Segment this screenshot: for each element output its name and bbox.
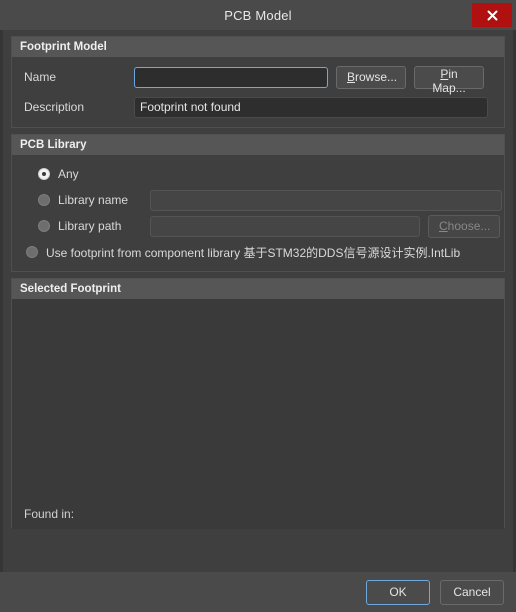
footprint-model-group: Footprint Model Name Browse... Pin Map..… [11, 36, 505, 128]
pin-map-button[interactable]: Pin Map... [414, 65, 484, 95]
footprint-name-input[interactable] [134, 66, 328, 88]
page-title: PCB Model [224, 7, 292, 23]
pcb-library-content: Any Library name Library path Choose... … [12, 155, 504, 271]
title-bar: PCB Model [0, 0, 516, 30]
radio-component-library-label: Use footprint from component library 基于S… [46, 244, 460, 261]
radio-library-name[interactable] [38, 194, 50, 206]
radio-row-any[interactable]: Any [12, 163, 504, 185]
dialog-body: Footprint Model Name Browse... Pin Map..… [0, 30, 516, 572]
component-library-name: 基于STM32的DDS信号源设计实例.IntLib [243, 245, 461, 260]
footprint-model-group-title: Footprint Model [12, 37, 504, 57]
found-in-label: Found in: [24, 507, 75, 521]
selected-footprint-group-title: Selected Footprint [12, 279, 504, 299]
radio-component-library[interactable] [26, 246, 38, 258]
footprint-preview-canvas[interactable] [12, 299, 504, 499]
radio-library-path[interactable] [38, 220, 50, 232]
close-icon [487, 10, 498, 21]
radio-row-library-name[interactable]: Library name [12, 189, 504, 211]
selected-footprint-group: Selected Footprint Found in: [11, 278, 505, 529]
radio-row-component-library[interactable]: Use footprint from component library 基于S… [12, 241, 504, 263]
browse-button[interactable]: Browse... [336, 65, 406, 89]
pcb-model-dialog: PCB Model Footprint Model Name Browse...… [0, 0, 516, 612]
library-path-input[interactable] [150, 215, 420, 237]
choose-button[interactable]: Choose... [428, 214, 500, 238]
radio-library-name-label: Library name [58, 193, 129, 207]
component-library-label-text: Use footprint from component library [46, 245, 241, 260]
ok-button[interactable]: OK [366, 579, 430, 605]
radio-any-label: Any [58, 167, 79, 181]
pcb-library-group: PCB Library Any Library name Library pat… [11, 134, 505, 272]
radio-library-path-label: Library path [58, 219, 122, 233]
radio-row-library-path[interactable]: Library path Choose... [12, 214, 504, 238]
name-label: Name [24, 70, 57, 84]
description-field [134, 96, 488, 118]
name-row: Name Browse... Pin Map... [12, 65, 504, 95]
found-in-row: Found in: [12, 499, 504, 529]
pcb-library-group-title: PCB Library [12, 135, 504, 155]
dialog-footer: OK Cancel [0, 572, 516, 612]
close-button[interactable] [472, 3, 512, 27]
cancel-button[interactable]: Cancel [440, 579, 504, 605]
radio-any[interactable] [38, 168, 50, 180]
description-label: Description [24, 100, 85, 114]
library-name-input[interactable] [150, 189, 502, 211]
description-row: Description [12, 95, 504, 119]
footprint-model-content: Name Browse... Pin Map... Description [12, 57, 504, 127]
